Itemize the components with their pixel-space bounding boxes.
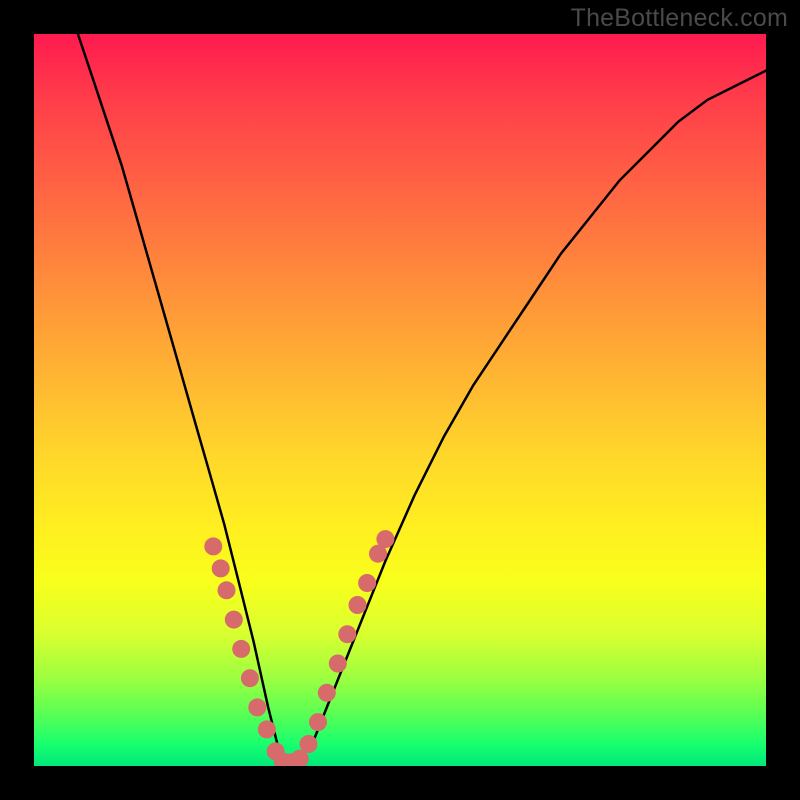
outer-frame: TheBottleneck.com xyxy=(0,0,800,800)
data-marker xyxy=(204,537,222,555)
curve-line xyxy=(78,34,766,766)
data-marker xyxy=(329,655,347,673)
plot-area xyxy=(34,34,766,766)
data-marker xyxy=(309,713,327,731)
watermark-text: TheBottleneck.com xyxy=(571,4,788,33)
data-marker xyxy=(376,530,394,548)
data-marker xyxy=(218,581,236,599)
data-marker xyxy=(349,596,367,614)
data-marker xyxy=(358,574,376,592)
data-marker xyxy=(318,684,336,702)
data-marker xyxy=(300,735,318,753)
data-marker xyxy=(225,611,243,629)
data-marker xyxy=(248,698,266,716)
data-marker xyxy=(232,640,250,658)
bottleneck-curve xyxy=(34,34,766,766)
data-marker xyxy=(258,720,276,738)
data-marker xyxy=(338,625,356,643)
data-marker xyxy=(212,559,230,577)
data-marker xyxy=(241,669,259,687)
